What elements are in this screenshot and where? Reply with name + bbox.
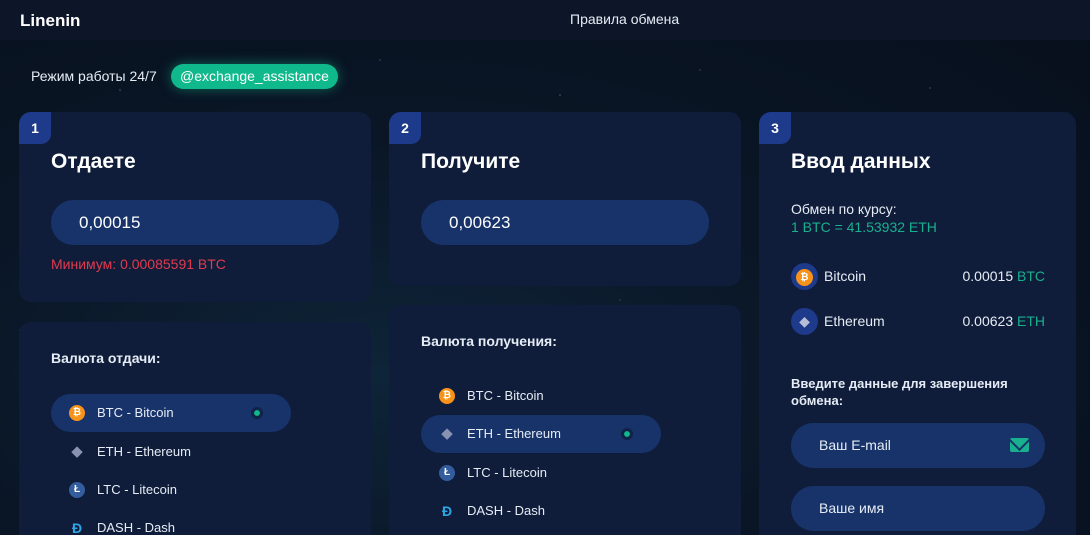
ethereum-icon: ◆	[441, 425, 453, 442]
minimum-amount-warning: Минимум: 0.00085591 BTC	[51, 256, 226, 272]
receive-currency-ltc[interactable]: Ł LTC - Litecoin	[421, 454, 661, 492]
summary-name: Bitcoin	[824, 268, 867, 284]
give-currency-dash[interactable]: Đ DASH - Dash	[51, 509, 291, 535]
give-title: Отдаете	[51, 150, 136, 173]
name-placeholder: Ваше имя	[819, 500, 885, 516]
exchange-rules-link[interactable]: Правила обмена	[570, 11, 679, 27]
complete-exchange-heading: Введите данные для завершения обмена:	[791, 376, 1008, 408]
telegram-contact-badge[interactable]: @exchange_assistance	[171, 64, 338, 89]
summary-name: Ethereum	[824, 313, 885, 329]
give-currency-card: Валюта отдачи: ₿ BTC - Bitcoin ◆ ETH - E…	[19, 322, 371, 535]
give-currency-ltc[interactable]: Ł LTC - Litecoin	[51, 471, 291, 509]
mail-icon	[1010, 438, 1029, 452]
ethereum-icon: ◆	[791, 308, 818, 335]
litecoin-icon: Ł	[69, 482, 85, 498]
currency-label: BTC - Bitcoin	[97, 405, 174, 420]
currency-label: BTC - Bitcoin	[467, 388, 544, 403]
summary-row-btc: ₿ Bitcoin 0.00015 BTC	[791, 263, 1045, 291]
receive-currency-card: Валюта получения: ₿ BTC - Bitcoin ◆ ETH …	[389, 305, 741, 535]
site-logo[interactable]: Linenin	[20, 11, 80, 31]
give-amount-input[interactable]: 0,00015	[51, 200, 339, 245]
receive-card: 2 Получите 0,00623	[389, 112, 741, 286]
give-currency-title: Валюта отдачи:	[51, 350, 161, 366]
receive-currency-eth[interactable]: ◆ ETH - Ethereum	[421, 415, 661, 453]
details-title: Ввод данных	[791, 150, 931, 173]
currency-label: LTC - Litecoin	[467, 465, 547, 480]
litecoin-icon: Ł	[439, 465, 455, 481]
selected-radio-icon	[621, 428, 633, 440]
dash-icon: Đ	[71, 520, 83, 535]
receive-currency-btc[interactable]: ₿ BTC - Bitcoin	[421, 377, 661, 415]
step-number: 2	[389, 112, 421, 144]
ethereum-icon: ◆	[71, 443, 83, 460]
receive-title: Получите	[421, 150, 521, 173]
receive-amount-input[interactable]: 0,00623	[421, 200, 709, 245]
currency-label: ETH - Ethereum	[467, 426, 561, 441]
email-field[interactable]: Ваш E-mail	[791, 423, 1045, 468]
currency-label: LTC - Litecoin	[97, 482, 177, 497]
work-hours-text: Режим работы 24/7	[31, 68, 157, 84]
step-number: 1	[19, 112, 51, 144]
summary-row-eth: ◆ Ethereum 0.00623 ETH	[791, 308, 1045, 336]
step-number: 3	[759, 112, 791, 144]
dash-icon: Đ	[441, 503, 453, 519]
give-card: 1 Отдаете 0,00015 Минимум: 0.00085591 BT…	[19, 112, 371, 302]
currency-label: DASH - Dash	[467, 503, 546, 518]
give-currency-eth[interactable]: ◆ ETH - Ethereum	[51, 433, 291, 471]
summary-amount: 0.00015 BTC	[962, 268, 1046, 284]
selected-radio-icon	[251, 407, 263, 419]
email-placeholder: Ваш E-mail	[819, 437, 891, 453]
rate-value: 1 BTC = 41.53932 ETH	[791, 219, 937, 235]
currency-label: DASH - Dash	[97, 520, 176, 535]
rate-label: Обмен по курсу:	[791, 201, 897, 217]
bitcoin-icon: ₿	[439, 388, 455, 404]
bitcoin-icon: ₿	[791, 263, 818, 290]
receive-currency-title: Валюта получения:	[421, 333, 557, 349]
summary-amount: 0.00623 ETH	[962, 313, 1046, 329]
details-card: 3 Ввод данных Обмен по курсу: 1 BTC = 41…	[759, 112, 1076, 535]
name-field[interactable]: Ваше имя	[791, 486, 1045, 531]
top-navbar: Linenin Правила обмена	[0, 0, 1090, 40]
bitcoin-icon: ₿	[69, 405, 85, 421]
receive-currency-dash[interactable]: Đ DASH - Dash	[421, 492, 661, 530]
currency-label: ETH - Ethereum	[97, 444, 191, 459]
give-currency-btc[interactable]: ₿ BTC - Bitcoin	[51, 394, 291, 432]
